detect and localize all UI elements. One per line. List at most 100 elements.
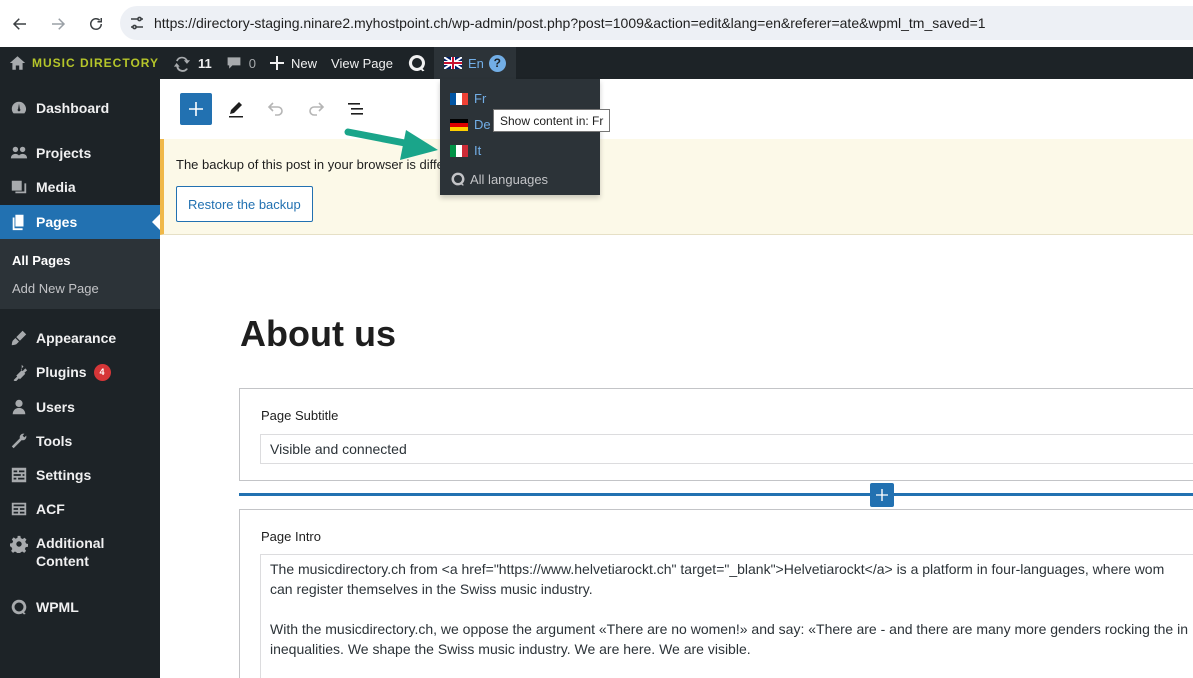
annotation-arrow-icon [344,128,438,160]
comment-icon [227,57,241,69]
view-page-link[interactable]: View Page [324,47,400,79]
tools-icon [9,431,29,451]
users-icon [9,397,29,417]
back-arrow-icon[interactable] [2,6,38,42]
page-subtitle-input[interactable]: Visible and connected [260,434,1193,464]
language-option-label: De [474,117,491,132]
sidebar-item-label: Projects [36,145,92,161]
page-subtitle-label: Page Subtitle [261,408,339,423]
redo-icon [309,102,325,116]
updates-icon [173,56,191,72]
sidebar-item-tools[interactable]: Tools [0,424,160,458]
plus-icon [270,56,284,70]
dashboard-icon [9,98,29,118]
new-label: New [291,55,318,71]
page-intro-textarea[interactable]: The musicdirectory.ch from <a href="http… [260,554,1193,678]
restore-backup-button[interactable]: Restore the backup [176,186,313,222]
intro-line: can register themselves in the Swiss mus… [270,581,593,597]
page-subtitle-field: Page Subtitle Visible and connected [239,388,1193,481]
sidebar-item-plugins[interactable]: Plugins 4 [0,355,160,389]
settings-icon [9,465,29,485]
block-inserter-button[interactable] [180,93,212,125]
sidebar-item-dashboard[interactable]: Dashboard [0,91,160,125]
acf-icon [9,499,29,519]
projects-icon [9,143,29,163]
sidebar-item-projects[interactable]: Projects [0,136,160,170]
sidebar-item-media[interactable]: Media [0,170,160,204]
sidebar-item-users[interactable]: Users [0,390,160,424]
language-option-it[interactable]: It [450,143,481,158]
language-option-all[interactable]: All languages [450,171,548,187]
reload-icon[interactable] [78,6,114,42]
wp-admin-bar: MUSIC DIRECTORY 11 0 New View Page En ? [0,47,1193,79]
language-option-label: It [474,143,482,158]
home-icon [9,56,26,70]
germany-flag-icon [450,118,468,131]
wpml-icon [451,172,465,186]
sidebar-item-label: WPML [36,599,79,615]
sidebar-item-appearance[interactable]: Appearance [0,321,160,355]
pencil-icon [229,102,243,118]
pages-icon [9,212,29,232]
sidebar-item-label: Media [36,179,76,195]
comments-link[interactable]: 0 [219,47,263,79]
page-intro-label: Page Intro [261,529,321,544]
pages-submenu: All Pages Add New Page [0,239,160,309]
sidebar-item-label: Additional Content [36,535,105,569]
new-content-link[interactable]: New [263,47,324,79]
intro-line: inequalities. We shape the Swiss music i… [270,641,751,657]
plus-icon [876,489,888,501]
language-tooltip: Show content in: Fr [493,109,611,132]
sidebar-item-label: Pages [36,214,78,230]
sidebar-item-label: Appearance [36,330,117,346]
post-title[interactable]: About us [240,313,396,355]
sidebar-item-additional-content[interactable]: Additional Content [0,534,160,574]
sidebar-item-label: Plugins [36,364,87,380]
sidebar-item-label: ACF [36,501,65,517]
backup-notice: The backup of this post in your browser … [160,139,1193,235]
appearance-icon [9,328,29,348]
italy-flag-icon [450,144,468,157]
plus-icon [189,102,203,116]
address-bar[interactable]: https://directory-staging.ninare2.myhost… [120,6,1193,40]
help-icon[interactable]: ? [488,54,506,72]
sidebar-item-wpml[interactable]: WPML [0,590,160,624]
undo-button[interactable] [260,93,292,125]
language-dropdown-menu: Fr De It All languages [440,79,600,195]
block-insertion-line [239,493,1193,496]
comments-count: 0 [248,55,256,71]
sidebar-item-pages[interactable]: Pages [0,205,160,239]
wpml-admin-link[interactable] [400,47,434,79]
sidebar-item-label: Tools [36,433,73,449]
language-switcher[interactable]: En ? [433,47,516,79]
sidebar-item-settings[interactable]: Settings [0,458,160,492]
submenu-add-new-page[interactable]: Add New Page [12,281,99,296]
site-info-icon[interactable] [120,15,154,31]
language-option-label: Fr [474,91,487,106]
intro-line: The musicdirectory.ch from <a href="http… [270,561,1165,577]
updates-count: 11 [198,55,212,71]
site-home-link[interactable]: MUSIC DIRECTORY [0,47,166,79]
current-language-label: En [467,55,484,71]
sidebar-item-label: Dashboard [36,100,110,116]
submenu-all-pages[interactable]: All Pages [12,253,71,268]
plugins-update-badge: 4 [93,363,111,381]
language-option-fr[interactable]: Fr [450,91,486,106]
sidebar-item-label: Settings [36,467,92,483]
insert-block-button[interactable] [870,483,894,507]
sidebar-item-label: Users [36,399,75,415]
url-text: https://directory-staging.ninare2.myhost… [154,15,986,31]
uk-flag-icon [443,57,462,69]
redo-button[interactable] [300,93,332,125]
view-page-label: View Page [331,55,393,71]
language-option-de[interactable]: De [450,117,491,132]
tools-edit-button[interactable] [220,93,252,125]
intro-line: With the musicdirectory.ch, we oppose th… [270,621,1188,637]
updates-link[interactable]: 11 [166,47,219,79]
sidebar-item-acf[interactable]: ACF [0,492,160,526]
forward-arrow-icon[interactable] [40,6,76,42]
wpml-icon [9,597,29,617]
admin-sidebar: Dashboard Projects Media Pages All Pages… [0,79,160,678]
plugins-icon [9,362,29,382]
undo-icon [267,102,283,116]
